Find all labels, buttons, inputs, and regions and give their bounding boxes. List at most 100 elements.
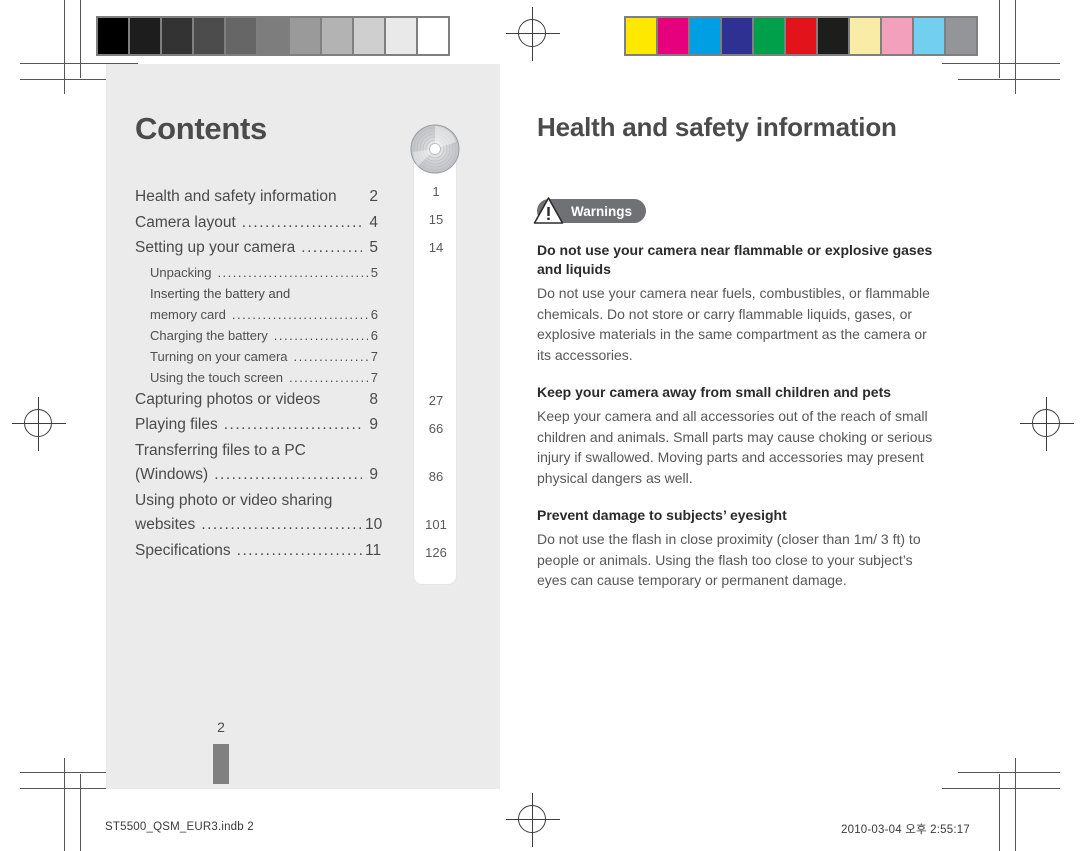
chapter-page-number: 126 [425,545,447,560]
toc-leader-dots: ........................................… [201,516,362,533]
toc-entry-label: Specifications [135,541,231,559]
toc-entry-label: Unpacking [150,264,212,280]
color-patch-2 [690,18,720,54]
toc-leader-dots: ........................................… [293,348,368,364]
grayscale-patch-0 [98,18,128,54]
toc-leader-dots: ........................................… [236,541,362,559]
toc-leader-dots: ........................................… [214,466,362,483]
grayscale-patch-4 [226,18,256,54]
toc-entry-label[interactable]: Transferring files to a PC [135,439,378,464]
warning-section: Prevent damage to subjects’ eyesight Do n… [537,506,942,591]
cd-disc-icon [410,124,460,174]
toc-entry-label: Health and safety information [135,188,337,205]
color-patch-0 [626,18,656,54]
toc-leader-dots: ........................................… [273,327,368,343]
toc-leader-dots: ........................................… [241,213,362,231]
chapter-page-number: 86 [428,469,444,484]
right-page-health-safety: Health and safety information Warnings D… [533,112,942,591]
toc-leader-dots: ........................................… [223,416,362,433]
page-title-contents: Contents [135,111,267,146]
chapter-page-number: 15 [428,212,444,227]
toc-leader-dots: ........................................… [288,369,368,385]
crop-mark-line [942,63,1060,64]
color-patch-8 [882,18,912,54]
toc-entry-label: Setting up your camera [135,239,296,256]
toc-entry[interactable]: Setting up your camera..................… [135,236,378,261]
toc-entry[interactable]: Health and safety information 2 [135,185,378,210]
grayscale-calibration-strip [96,16,450,56]
grayscale-patch-9 [386,18,416,54]
status-badge-label: Warnings [571,203,633,219]
warning-sections: Do not use your camera near flammable or… [537,241,942,591]
toc-entry-label: Camera layout [135,213,236,231]
toc-entry[interactable]: Using the touch screen..................… [135,367,378,388]
toc-entry[interactable]: Camera layout...........................… [135,211,378,236]
color-patch-10 [946,18,976,54]
color-patch-9 [914,18,944,54]
grayscale-patch-7 [322,18,352,54]
status-badge-warnings: Warnings [533,197,647,224]
toc-entry-page: 10 [365,516,383,533]
toc-entry-label: memory card [150,306,226,322]
toc-entry-label[interactable]: Using photo or video sharing [135,489,378,514]
chapter-page-number: 66 [428,421,444,436]
color-patch-3 [722,18,752,54]
chapter-page-number: 27 [428,393,444,408]
registration-mark-circle [24,409,52,437]
toc-entry-page: 8 [369,390,378,408]
grayscale-patch-6 [290,18,320,54]
grayscale-patch-8 [354,18,384,54]
crop-mark-line [958,772,1060,773]
toc-entry[interactable]: Turning on your camera..................… [135,346,378,367]
toc-entry[interactable]: Playing files...........................… [135,413,378,438]
registration-mark-bottom [506,793,560,847]
toc-entry[interactable]: websites................................… [135,513,383,538]
toc-entry[interactable]: Unpacking...............................… [135,262,378,283]
color-calibration-strip [624,16,978,56]
registration-mark-left [12,397,66,451]
toc-entry[interactable]: (Windows)...............................… [135,463,378,488]
toc-leader-dots: ........................................… [231,306,368,322]
toc-entry[interactable]: memory card.............................… [135,304,378,325]
crop-mark-line [999,0,1000,78]
toc-entry[interactable]: Specifications..........................… [135,539,382,564]
toc-entry-label: Using the touch screen [150,369,283,385]
warning-section-body: Do not use your camera near fuels, combu… [537,285,930,363]
chapter-page-number: 1 [432,184,440,199]
toc-entry[interactable]: Capturing photos or videos 8 [135,388,378,413]
color-patch-4 [754,18,784,54]
warning-section: Do not use your camera near flammable or… [537,241,942,365]
toc-entry-page: 9 [369,466,378,483]
grayscale-patch-5 [258,18,288,54]
registration-mark-top [506,7,560,61]
crop-mark-line [958,79,1060,80]
toc-entry-page: 6 [370,306,378,322]
page-number: 2 [217,719,225,735]
toc-entry-page: 11 [365,541,382,559]
registration-mark-circle [518,805,546,833]
grayscale-patch-10 [418,18,448,54]
toc-entry-label: Playing files [135,416,218,433]
footer-timestamp: 2010-03-04 오후 2:55:17 [841,824,970,836]
warning-section: Keep your camera away from small childre… [537,383,942,488]
registration-mark-circle [1032,409,1060,437]
color-patch-7 [850,18,880,54]
chapter-page-strip: 1 15 14 27 66 86 101 126 [413,145,457,585]
table-of-contents: Health and safety information 2 Camera lay… [135,185,383,564]
chapter-page-number: 101 [425,517,447,532]
crop-mark-line [999,774,1000,851]
toc-entry-label[interactable]: Inserting the battery and [135,283,378,304]
warning-triangle-icon [533,196,564,225]
grayscale-patch-2 [162,18,192,54]
toc-leader-dots: ........................................… [301,239,362,256]
color-patch-5 [786,18,816,54]
warning-section-body: Keep your camera and all accessories out… [537,408,933,486]
toc-entry-page: 4 [369,213,378,231]
toc-entry-page: 7 [370,348,378,364]
toc-entry-page: 2 [369,188,378,205]
warning-section-heading: Keep your camera away from small childre… [537,384,892,400]
warning-section-heading: Prevent damage to subjects’ eyesight [537,507,787,523]
footer-filename: ST5500_QSM_EUR3.indb 2 [105,821,254,833]
toc-entry[interactable]: Charging the battery....................… [135,325,378,346]
page-title-health-safety: Health and safety information [537,112,897,142]
